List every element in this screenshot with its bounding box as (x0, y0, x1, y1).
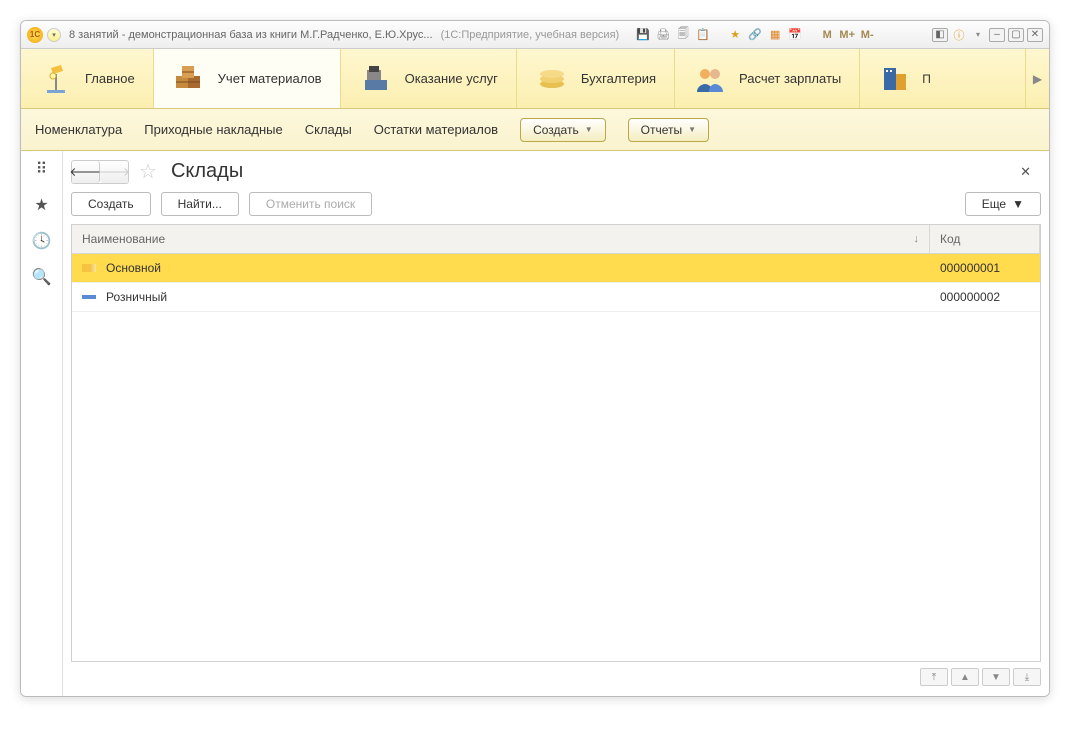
column-name-label: Наименование (82, 232, 165, 246)
table-row[interactable]: Розничный 000000002 (72, 283, 1040, 312)
info-icon[interactable]: ⓘ (951, 27, 967, 43)
nav-back-button[interactable]: 🡐 (72, 161, 100, 183)
titlebar: 1C ▾ 8 занятий - демонстрационная база и… (21, 21, 1049, 49)
sort-desc-icon: ↓ (914, 233, 920, 245)
page-title: Склады (171, 160, 243, 183)
find-button[interactable]: Найти... (161, 192, 239, 216)
last-page-icon[interactable]: ⤓ (1013, 668, 1041, 686)
row-name: Розничный (106, 290, 167, 304)
nav-forward-button[interactable]: 🡒 (100, 161, 128, 183)
memory-m-icon[interactable]: M (819, 27, 835, 43)
calendar-icon[interactable]: 📅 (787, 27, 803, 43)
more-dropdown-button[interactable]: Еще ▼ (965, 192, 1041, 216)
toolbar: Создать Найти... Отменить поиск Еще ▼ (71, 192, 1041, 216)
subbar: Номенклатура Приходные накладные Склады … (21, 109, 1049, 151)
table-nav: ⤒ ▲ ▼ ⤓ (71, 668, 1041, 686)
favorites-icon[interactable]: ★ (32, 195, 52, 215)
save-icon[interactable]: 💾 (635, 27, 651, 43)
create-dropdown-button[interactable]: Создать ▼ (520, 118, 606, 142)
table-row[interactable]: Основной 000000001 (72, 254, 1040, 283)
building-icon (878, 62, 912, 96)
close-panel-icon[interactable]: ✕ (1020, 164, 1031, 180)
boxes-icon (172, 62, 206, 96)
caret-down-icon: ▼ (585, 125, 593, 134)
first-page-icon[interactable]: ⤒ (920, 668, 948, 686)
tab-services[interactable]: Оказание услуг (341, 49, 517, 108)
print-icon[interactable]: 🖨 (655, 27, 671, 43)
cancel-find-button[interactable]: Отменить поиск (249, 192, 372, 216)
cash-register-icon (359, 62, 393, 96)
content: 🡐 🡒 ☆ Склады ✕ Создать Найти... Отменить… (63, 151, 1049, 696)
tab-label: Учет материалов (218, 71, 322, 86)
people-icon (693, 62, 727, 96)
minimize-icon[interactable]: – (989, 28, 1005, 42)
tab-label: Бухгалтерия (581, 71, 656, 86)
memory-mminus-icon[interactable]: M- (859, 27, 875, 43)
copy-icon[interactable]: 📋 (695, 27, 711, 43)
more-label: Еще (982, 197, 1006, 211)
table-body: Основной 000000001 Розничный 000000002 (72, 254, 1040, 661)
apps-grid-icon[interactable]: ⠿ (32, 159, 52, 179)
ribbon: Главное Учет материалов Оказание услуг Б… (21, 49, 1049, 109)
caret-down-icon: ▼ (1012, 197, 1024, 211)
desk-lamp-icon (39, 62, 73, 96)
info-dropdown-icon[interactable]: ▾ (970, 27, 986, 43)
row-name: Основной (106, 261, 161, 275)
tab-label: П (922, 72, 931, 86)
app-logo-icon: 1C (27, 27, 43, 43)
warehouse-icon (82, 295, 96, 299)
header-row: 🡐 🡒 ☆ Склады ✕ (71, 159, 1041, 184)
tab-accounting[interactable]: Бухгалтерия (517, 49, 675, 108)
subbar-link-nomenclature[interactable]: Номенклатура (35, 122, 122, 137)
star-icon[interactable]: ★ (727, 27, 743, 43)
row-code: 000000001 (930, 254, 1040, 282)
caret-down-icon: ▼ (688, 125, 696, 134)
history-icon[interactable]: 🕓 (32, 231, 52, 251)
column-code[interactable]: Код (930, 225, 1040, 253)
dropdown-icon[interactable]: ▾ (47, 28, 61, 42)
subbar-link-warehouses[interactable]: Склады (305, 122, 352, 137)
tab-materials[interactable]: Учет материалов (154, 49, 341, 108)
row-code: 000000002 (930, 283, 1040, 311)
reports-dropdown-button[interactable]: Отчеты ▼ (628, 118, 709, 142)
tab-label: Главное (85, 71, 135, 86)
warehouse-table: Наименование ↓ Код Основной 000000001 (71, 224, 1041, 662)
column-name[interactable]: Наименование ↓ (72, 225, 930, 253)
create-label: Создать (533, 123, 579, 137)
coins-icon (535, 62, 569, 96)
subbar-link-receipts[interactable]: Приходные накладные (144, 122, 282, 137)
panels-icon[interactable]: ◧ (932, 28, 948, 42)
link-icon[interactable]: 🔗 (747, 27, 763, 43)
close-window-icon[interactable]: ✕ (1027, 28, 1043, 42)
ribbon-overflow-icon[interactable]: ▶ (1025, 49, 1049, 108)
calculator-icon[interactable]: ▦ (767, 27, 783, 43)
warehouse-icon (82, 264, 96, 272)
search-icon[interactable]: 🔍 (32, 267, 52, 287)
favorite-toggle-icon[interactable]: ☆ (139, 159, 157, 184)
subbar-link-stock[interactable]: Остатки материалов (374, 122, 498, 137)
preview-icon[interactable]: 🗐 (675, 27, 691, 43)
maximize-icon[interactable]: ▢ (1008, 28, 1024, 42)
next-page-icon[interactable]: ▼ (982, 668, 1010, 686)
table-header: Наименование ↓ Код (72, 225, 1040, 254)
create-button[interactable]: Создать (71, 192, 151, 216)
window-title: 8 занятий - демонстрационная база из кни… (69, 29, 433, 41)
tab-salary[interactable]: Расчет зарплаты (675, 49, 860, 108)
prev-page-icon[interactable]: ▲ (951, 668, 979, 686)
reports-label: Отчеты (641, 123, 682, 137)
tab-label: Оказание услуг (405, 71, 498, 86)
tab-enterprise-cut[interactable]: П (860, 49, 1025, 108)
sidebar: ⠿ ★ 🕓 🔍 (21, 151, 63, 696)
tab-label: Расчет зарплаты (739, 71, 841, 86)
memory-mplus-icon[interactable]: M+ (839, 27, 855, 43)
window-mode: (1С:Предприятие, учебная версия) (441, 29, 620, 41)
tab-main[interactable]: Главное (21, 49, 154, 108)
